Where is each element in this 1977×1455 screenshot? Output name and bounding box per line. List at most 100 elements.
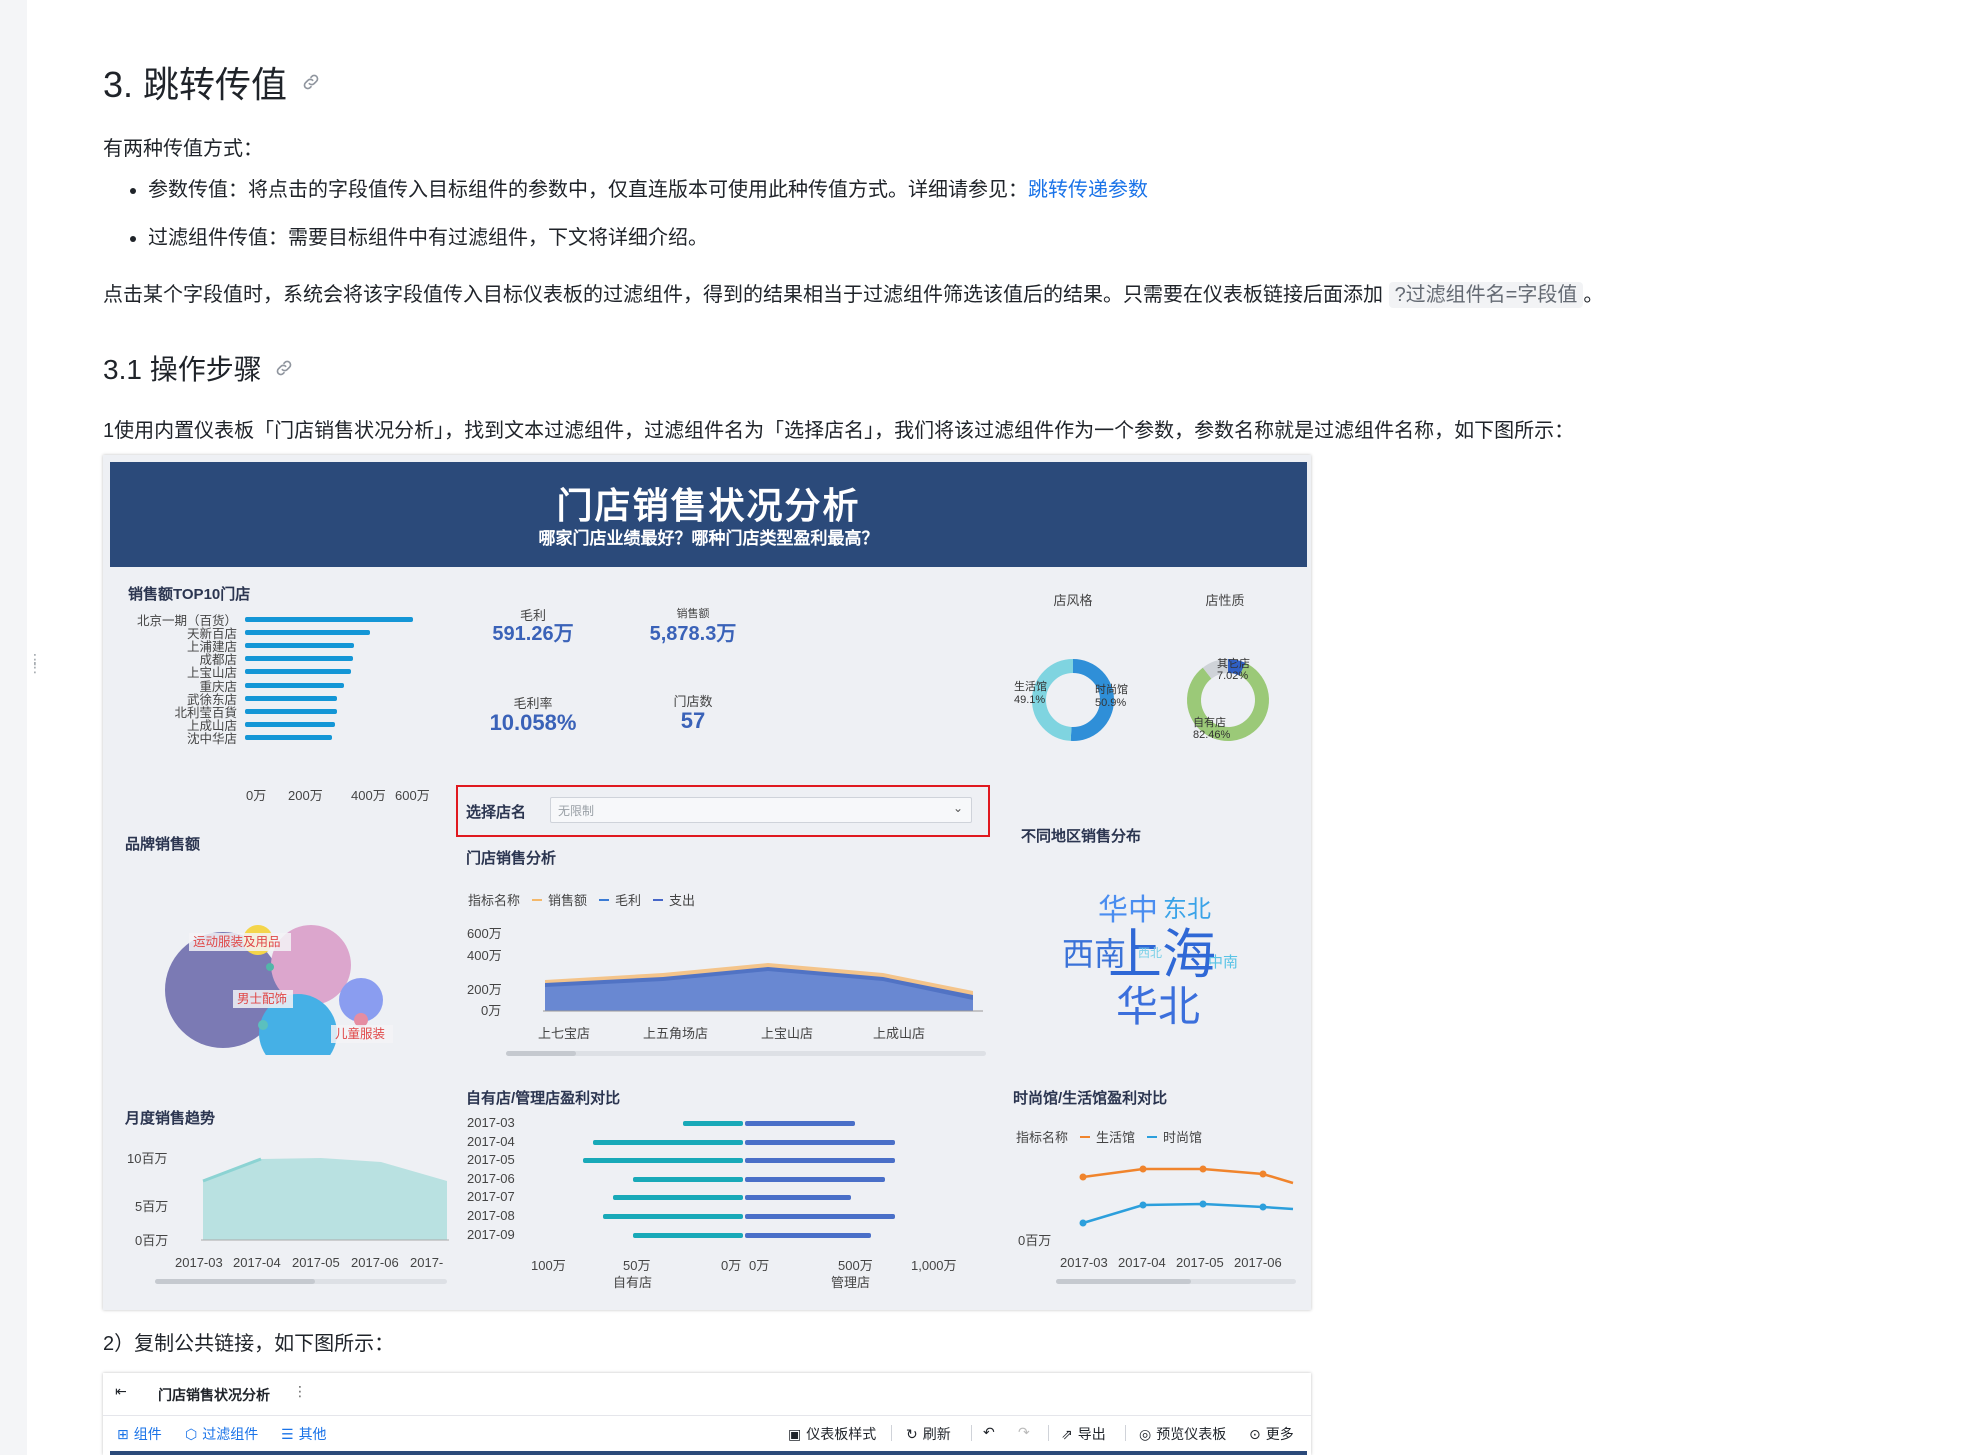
- bar: [245, 682, 345, 688]
- own-store-bar: [603, 1214, 743, 1219]
- store-nature-donut: 其它店 7.02% 自有店 82.46%: [1187, 656, 1269, 741]
- kpi-value: 5,878.3万: [649, 623, 737, 645]
- other-button[interactable]: ☰ 其他: [281, 1424, 327, 1444]
- store-name-select[interactable]: 无限制 ⌄: [550, 797, 972, 823]
- month-label: 2017-04: [467, 1133, 515, 1149]
- export-icon: ⇗: [1061, 1425, 1073, 1442]
- month-label: 2017-08: [467, 1208, 515, 1223]
- exit-icon[interactable]: ⇤: [115, 1383, 127, 1400]
- undo-button[interactable]: ↶: [983, 1424, 995, 1441]
- managed-store-bar: [745, 1176, 885, 1182]
- scrollbar[interactable]: [155, 1279, 447, 1284]
- tick-label: 0百万: [135, 1233, 169, 1248]
- list-icon: ☰: [281, 1425, 294, 1442]
- tick-label: 2017-05: [1176, 1255, 1224, 1270]
- tick-label: 0万: [481, 1003, 502, 1018]
- tick-label: 2017-05: [292, 1255, 340, 1270]
- more-button[interactable]: ⊙ 更多: [1249, 1424, 1294, 1444]
- bubble-label: 男士配饰: [237, 992, 287, 1006]
- area-series: [203, 1158, 447, 1240]
- monthly-area-chart: [201, 1157, 449, 1241]
- divider: [1125, 1425, 1126, 1441]
- redo-icon: ↷: [1018, 1424, 1030, 1440]
- brand-title: 品牌销售额: [125, 836, 201, 853]
- donut-label: 时尚馆: [1095, 682, 1128, 696]
- word: 中南: [1208, 954, 1238, 971]
- brand-bubble-chart: 运动服装及用品 男士配饰 儿童服装: [165, 925, 393, 1055]
- undo-icon: ↶: [983, 1424, 995, 1440]
- legend-item: 生活馆: [1080, 1127, 1135, 1146]
- monthly-title: 月度销售趋势: [125, 1110, 216, 1127]
- line-point: [1259, 1203, 1267, 1211]
- managed-store-bar: [745, 1158, 895, 1164]
- word: 华北: [1116, 983, 1200, 1030]
- section-heading: 3. 跳转传值: [103, 56, 321, 108]
- tick-label: 200万: [467, 982, 502, 997]
- export-button[interactable]: ⇗ 导出: [1061, 1424, 1106, 1444]
- legend-item: 销售额: [532, 890, 587, 909]
- anchor-link-icon[interactable]: [274, 358, 294, 378]
- anchor-link-icon[interactable]: [301, 72, 321, 92]
- filter-component-button[interactable]: ⬡ 过滤组件: [185, 1424, 258, 1444]
- bar-row: 沈中华店: [113, 731, 332, 746]
- tick-label: 400万: [467, 948, 502, 963]
- step1-text: 1使用内置仪表板「门店销售状况分析」，找到文本过滤组件，过滤组件名为「选择店名」…: [103, 420, 1575, 442]
- fashion-life-line-chart: [1079, 1165, 1294, 1227]
- dashboard-subtitle: 哪家门店业绩最好？哪种门店类型盈利最高？: [538, 529, 879, 548]
- scrollbar[interactable]: [506, 1051, 986, 1056]
- jump-param-link[interactable]: 跳转传递参数: [1028, 179, 1148, 201]
- legend-title: 指标名称: [1016, 1130, 1069, 1145]
- component-button[interactable]: ⊞ 组件: [117, 1424, 162, 1444]
- donut-label: 自有店: [1193, 715, 1226, 729]
- dashboard-style-button[interactable]: ▣ 仪表板样式: [788, 1424, 876, 1444]
- preview-dashboard-button[interactable]: ◎ 预览仪表板: [1139, 1424, 1226, 1444]
- month-label: 2017-03: [467, 1115, 515, 1130]
- refresh-button[interactable]: ↻ 刷新: [906, 1424, 951, 1444]
- chart-legend: 指标名称 销售额 毛利 支出: [468, 890, 695, 909]
- tick-label: 400万: [351, 788, 386, 803]
- own-store-bar: [583, 1158, 743, 1164]
- bar: [245, 735, 332, 741]
- chevron-down-icon: ⌄: [952, 801, 963, 815]
- own-store-bar: [633, 1232, 743, 1238]
- divider: [891, 1425, 892, 1441]
- list-item: 过滤组件传值：需要目标组件中有过滤组件，下文将详细介绍。: [148, 226, 1148, 250]
- legend-item: 毛利: [599, 890, 641, 909]
- kpi-value: 10.058%: [489, 710, 577, 735]
- managed-store-bar: [745, 1214, 895, 1219]
- managed-store-bar: [745, 1121, 855, 1126]
- chart-legend: 指标名称 生活馆 时尚馆: [1016, 1127, 1202, 1146]
- select-placeholder: 无限制: [558, 804, 595, 818]
- kpi-value: 57: [680, 708, 706, 733]
- tick-label: 2017-06: [1234, 1255, 1282, 1270]
- tick-label: 10百万: [127, 1151, 168, 1166]
- redo-button[interactable]: ↷: [1018, 1424, 1030, 1441]
- subsection-heading: 3.1 操作步骤: [103, 348, 294, 388]
- filter-icon: ⬡: [185, 1425, 198, 1442]
- scrollbar[interactable]: [1056, 1279, 1296, 1284]
- region-word-cloud: 华中 东北 西南 上海 西北 中南 华北: [1062, 894, 1238, 1030]
- bar: [245, 708, 338, 714]
- own-vs-managed-title: 自有店/管理店盈利对比: [466, 1090, 621, 1107]
- intro-text: 有两种传值方式：: [103, 138, 263, 160]
- line-point: [1079, 1173, 1087, 1181]
- dashboard-title: 门店销售状况分析: [556, 485, 861, 526]
- month-label: 2017-09: [467, 1226, 515, 1242]
- line-point: [1139, 1165, 1147, 1173]
- drag-handle-icon[interactable]: ⋮ ⋮: [28, 652, 42, 674]
- tick-label: 600万: [395, 788, 430, 803]
- donut-label: 49.1%: [1014, 694, 1045, 706]
- more-options-icon[interactable]: ⋮: [293, 1383, 307, 1400]
- filter-label: 选择店名: [466, 804, 527, 821]
- left-gutter: [0, 0, 27, 1455]
- line-point: [1259, 1170, 1267, 1178]
- donut-label: 82.46%: [1193, 729, 1231, 741]
- bubble: [258, 1020, 268, 1030]
- fashion-vs-life-title: 时尚馆/生活馆盈利对比: [1013, 1090, 1168, 1107]
- tick-label: 0万: [246, 788, 267, 803]
- store-name-filter: 选择店名 无限制 ⌄: [456, 785, 990, 837]
- tick-label: 100万: [531, 1258, 566, 1273]
- tick-label: 2017-: [410, 1255, 444, 1270]
- managed-store-bar: [745, 1232, 871, 1238]
- region-title: 不同地区销售分布: [1021, 828, 1142, 845]
